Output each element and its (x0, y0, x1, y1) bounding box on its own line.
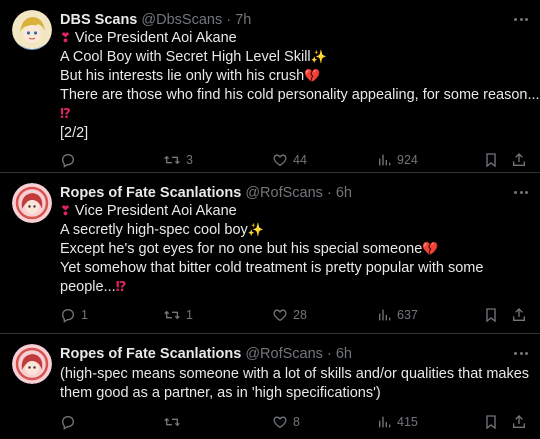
retweet-button[interactable]: 1 (163, 305, 193, 325)
like-count: 44 (293, 153, 307, 167)
reply-button[interactable] (60, 150, 81, 170)
like-button[interactable]: 28 (272, 305, 307, 325)
interrobang-emoji: ⁉ (60, 107, 71, 122)
sparkles-emoji: ✨ (310, 50, 327, 65)
views-icon (379, 309, 391, 321)
views-icon (379, 154, 391, 166)
author-name[interactable]: Ropes of Fate Scanlations (60, 185, 241, 201)
separator-dot: · (326, 185, 332, 201)
retweet-icon (164, 155, 180, 165)
heart-exclamation-emoji: ❣ (60, 31, 71, 46)
views-icon (379, 416, 391, 428)
share-button[interactable] (511, 150, 527, 170)
tweet-line: But his interests lie only with his crus… (60, 68, 321, 84)
tweet-header: Ropes of Fate Scanlations @RofScans · 6h (60, 183, 352, 203)
more-dots-icon[interactable] (514, 348, 528, 358)
timestamp[interactable]: 6h (336, 185, 352, 201)
tweet-line: A secretly high-spec cool boy✨ (60, 222, 264, 238)
share-icon (513, 153, 525, 166)
views-button[interactable]: 415 (378, 412, 418, 432)
tweet-line: [2/2] (60, 125, 89, 141)
like-count: 28 (293, 308, 307, 322)
share-button[interactable] (511, 305, 527, 325)
tweet-divider (0, 172, 540, 173)
timestamp[interactable]: 7h (235, 12, 251, 28)
more-dots-icon[interactable] (514, 187, 528, 197)
bookmark-button[interactable] (484, 150, 498, 170)
tweet-actions: 8 415 (60, 412, 528, 432)
tweet-line: ❣ Vice President Aoi Akane (60, 203, 237, 219)
separator-dot: · (226, 12, 232, 28)
avatar[interactable] (12, 10, 52, 50)
broken-heart-emoji: 💔 (304, 69, 321, 84)
tweet-text: (high-spec means someone with a lot of s… (60, 365, 530, 403)
views-count: 924 (397, 153, 418, 167)
more-dots-icon[interactable] (514, 14, 528, 24)
retweet-button[interactable] (163, 412, 186, 432)
reply-button[interactable]: 1 (60, 305, 88, 325)
sparkles-emoji: ✨ (247, 223, 264, 238)
like-count: 8 (293, 415, 300, 429)
author-name[interactable]: DBS Scans (60, 12, 137, 28)
retweet-icon (164, 310, 180, 320)
bookmark-button[interactable] (484, 412, 498, 432)
views-count: 415 (397, 415, 418, 429)
author-handle[interactable]: @RofScans (245, 346, 323, 362)
like-button[interactable]: 8 (272, 412, 300, 432)
author-handle[interactable]: @RofScans (245, 185, 323, 201)
tweet-text: ❣ Vice President Aoi Akane A Cool Boy wi… (60, 29, 540, 143)
avatar[interactable] (12, 344, 52, 384)
reply-icon (61, 415, 75, 430)
tweet-text: ❣ Vice President Aoi Akane A secretly hi… (60, 202, 526, 297)
broken-heart-emoji: 💔 (422, 242, 439, 257)
tweet-actions: 1 1 28 637 (60, 305, 528, 325)
tweet[interactable]: Ropes of Fate Scanlations @RofScans · 6h… (0, 183, 540, 333)
timestamp[interactable]: 6h (336, 346, 352, 362)
interrobang-emoji: ⁉ (115, 280, 127, 295)
reply-count: 1 (81, 308, 88, 322)
tweet-line: them good as a partner, as in 'high spec… (60, 385, 381, 401)
bookmark-button[interactable] (484, 305, 498, 325)
like-button[interactable]: 44 (272, 150, 307, 170)
tweet[interactable]: Ropes of Fate Scanlations @RofScans · 6h… (0, 344, 540, 439)
reply-button[interactable] (60, 412, 81, 432)
tweet-line: A Cool Boy with Secret High Level Skill✨ (60, 49, 327, 65)
bookmark-icon (486, 415, 496, 430)
reply-icon (61, 308, 75, 323)
tweet-line: Except he's got eyes for no one but his … (60, 241, 439, 257)
tweet-actions: 3 44 924 (60, 150, 528, 170)
like-icon (273, 416, 287, 429)
bookmark-icon (486, 308, 496, 323)
share-icon (513, 415, 525, 428)
views-count: 637 (397, 308, 418, 322)
author-handle[interactable]: @DbsScans (141, 12, 222, 28)
tweet-divider (0, 333, 540, 334)
timeline-feed: DBS Scans @DbsScans · 7h ❣ Vice Presiden… (0, 0, 540, 439)
like-icon (273, 309, 287, 322)
retweet-button[interactable]: 3 (163, 150, 193, 170)
bookmark-icon (486, 153, 496, 168)
share-button[interactable] (511, 412, 527, 432)
retweet-icon (164, 417, 180, 427)
share-icon (513, 308, 525, 321)
like-icon (273, 154, 287, 167)
tweet-line: ⁉ (60, 105, 526, 124)
author-name[interactable]: Ropes of Fate Scanlations (60, 346, 241, 362)
retweet-count: 1 (186, 308, 193, 322)
tweet-line: (high-spec means someone with a lot of s… (60, 366, 530, 382)
tweet-line: Yet somehow that bitter cold treatment i… (60, 260, 484, 276)
separator-dot: · (326, 346, 332, 362)
views-button[interactable]: 637 (378, 305, 418, 325)
tweet-line: ❣ Vice President Aoi Akane (60, 30, 237, 46)
reply-icon (61, 153, 75, 168)
tweet-header: Ropes of Fate Scanlations @RofScans · 6h (60, 344, 352, 364)
tweet-header: DBS Scans @DbsScans · 7h (60, 10, 251, 30)
retweet-count: 3 (186, 153, 193, 167)
tweet[interactable]: DBS Scans @DbsScans · 7h ❣ Vice Presiden… (0, 10, 540, 172)
heart-exclamation-emoji: ❣ (60, 204, 71, 219)
views-button[interactable]: 924 (378, 150, 418, 170)
avatar[interactable] (12, 183, 52, 223)
tweet-line: There are those who find his cold person… (60, 87, 540, 103)
tweet-line: people...⁉ (60, 279, 127, 295)
